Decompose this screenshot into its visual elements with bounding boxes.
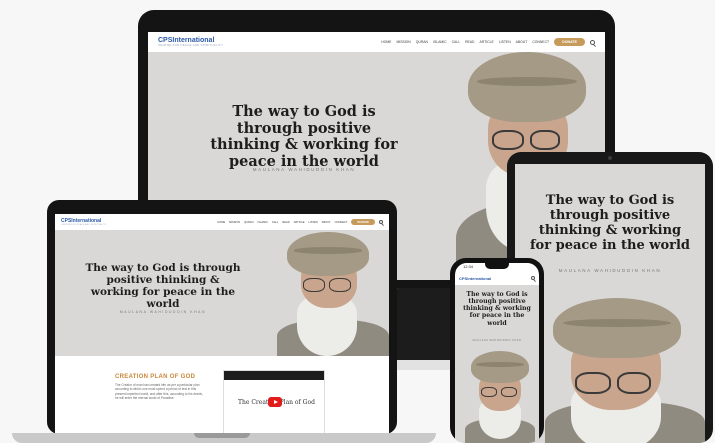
laptop-notch bbox=[194, 433, 250, 438]
tablet-camera bbox=[608, 156, 612, 160]
nav-item-quran[interactable]: QURAN bbox=[244, 221, 253, 224]
nav-item-connect[interactable]: CONNECT bbox=[532, 40, 549, 44]
nav-item-about[interactable]: ABOUT bbox=[516, 40, 528, 44]
laptop-portrait-image bbox=[277, 230, 389, 356]
laptop-donate-button[interactable]: DONATE bbox=[351, 219, 375, 225]
nav-item-home[interactable]: HOME bbox=[217, 221, 225, 224]
site-header: CPSInternational CENTRE FOR PEACE AND SP… bbox=[148, 32, 605, 52]
nav-item-connect[interactable]: CONNECT bbox=[335, 221, 348, 224]
nav-item-home[interactable]: HOME bbox=[381, 40, 391, 44]
nav-item-call[interactable]: CALL bbox=[452, 40, 460, 44]
nav-item-islamic[interactable]: ISLAMIC bbox=[258, 221, 268, 224]
phone-logo-text[interactable]: CPSInternational bbox=[459, 276, 491, 281]
phone-search-icon[interactable] bbox=[531, 276, 535, 280]
nav-item-read[interactable]: READ bbox=[282, 221, 289, 224]
laptop-hero: The way to God is through positive think… bbox=[55, 230, 389, 356]
phone-portrait-image bbox=[465, 349, 535, 443]
phone-screen: 12:34 CPSInternational The way to God is… bbox=[455, 263, 539, 443]
tablet-hero-quote: The way to God is through positive think… bbox=[529, 193, 691, 253]
youtube-play-icon[interactable] bbox=[268, 397, 282, 407]
laptop-section: CREATION PLAN OF GOD The Creator of man … bbox=[55, 356, 389, 434]
phone: 12:34 CPSInternational The way to God is… bbox=[450, 258, 544, 443]
nav-item-listen[interactable]: LISTEN bbox=[309, 221, 318, 224]
phone-hero-quote: The way to God is through positive think… bbox=[463, 291, 531, 327]
tablet-portrait-image bbox=[545, 292, 705, 443]
nav-item-listen[interactable]: LISTEN bbox=[499, 40, 511, 44]
laptop-screen: CPSInternational CENTRE FOR PEACE AND SP… bbox=[55, 214, 389, 434]
section-title: CREATION PLAN OF GOD bbox=[115, 374, 196, 380]
nav-item-article[interactable]: ARTICLE bbox=[480, 40, 494, 44]
nav-item-mission[interactable]: MISSION bbox=[396, 40, 410, 44]
nav-item-call[interactable]: CALL bbox=[272, 221, 279, 224]
donate-button[interactable]: DONATE bbox=[554, 38, 585, 46]
main-nav: HOME MISSION QURAN ISLAMIC CALL READ ART… bbox=[381, 38, 595, 46]
hero-quote: The way to God is through positive think… bbox=[210, 103, 398, 171]
nav-item-about[interactable]: ABOUT bbox=[322, 221, 331, 224]
laptop-logo-subtitle: CENTRE FOR PEACE AND SPIRITUALITY bbox=[61, 223, 107, 226]
logo[interactable]: CPSInternational CENTRE FOR PEACE AND SP… bbox=[158, 37, 223, 47]
nav-item-mission[interactable]: MISSION bbox=[229, 221, 240, 224]
phone-site-header: CPSInternational bbox=[455, 272, 539, 284]
nav-item-quran[interactable]: QURAN bbox=[416, 40, 428, 44]
laptop-hero-byline: MAULANA WAHIDUDDIN KHAN bbox=[119, 310, 207, 314]
laptop-site-header: CPSInternational CENTRE FOR PEACE AND SP… bbox=[55, 214, 389, 230]
nav-item-read[interactable]: READ bbox=[465, 40, 474, 44]
video-embed[interactable]: The Creation Plan of God bbox=[223, 370, 325, 434]
laptop-logo[interactable]: CPSInternational CENTRE FOR PEACE AND SP… bbox=[61, 218, 107, 226]
logo-subtitle: CENTRE FOR PEACE AND SPIRITUALITY bbox=[158, 43, 224, 47]
nav-item-article[interactable]: ARTICLE bbox=[294, 221, 305, 224]
phone-hero: The way to God is through positive think… bbox=[455, 285, 539, 443]
section-text: The Creator of man has created him as pe… bbox=[115, 383, 203, 400]
tablet-hero-byline: MAULANA WAHIDUDDIN KHAN bbox=[558, 268, 662, 273]
nav-item-islamic[interactable]: ISLAMIC bbox=[433, 40, 447, 44]
laptop-hero-quote: The way to God is through positive think… bbox=[85, 262, 241, 311]
hero-byline: MAULANA WAHIDUDDIN KHAN bbox=[252, 167, 356, 172]
monitor-stand bbox=[395, 288, 455, 368]
phone-notch bbox=[485, 263, 509, 269]
laptop-search-icon[interactable] bbox=[379, 220, 383, 224]
search-icon[interactable] bbox=[590, 39, 595, 45]
laptop-nav: HOME MISSION QURAN ISLAMIC CALL READ ART… bbox=[217, 219, 383, 225]
phone-status-bar: 12:34 bbox=[455, 263, 539, 271]
video-topbar bbox=[224, 371, 324, 380]
phone-hero-byline: MAULANA WAHIDUDDIN KHAN bbox=[472, 339, 522, 342]
phone-time: 12:34 bbox=[463, 264, 474, 269]
laptop: CPSInternational CENTRE FOR PEACE AND SP… bbox=[47, 200, 397, 434]
